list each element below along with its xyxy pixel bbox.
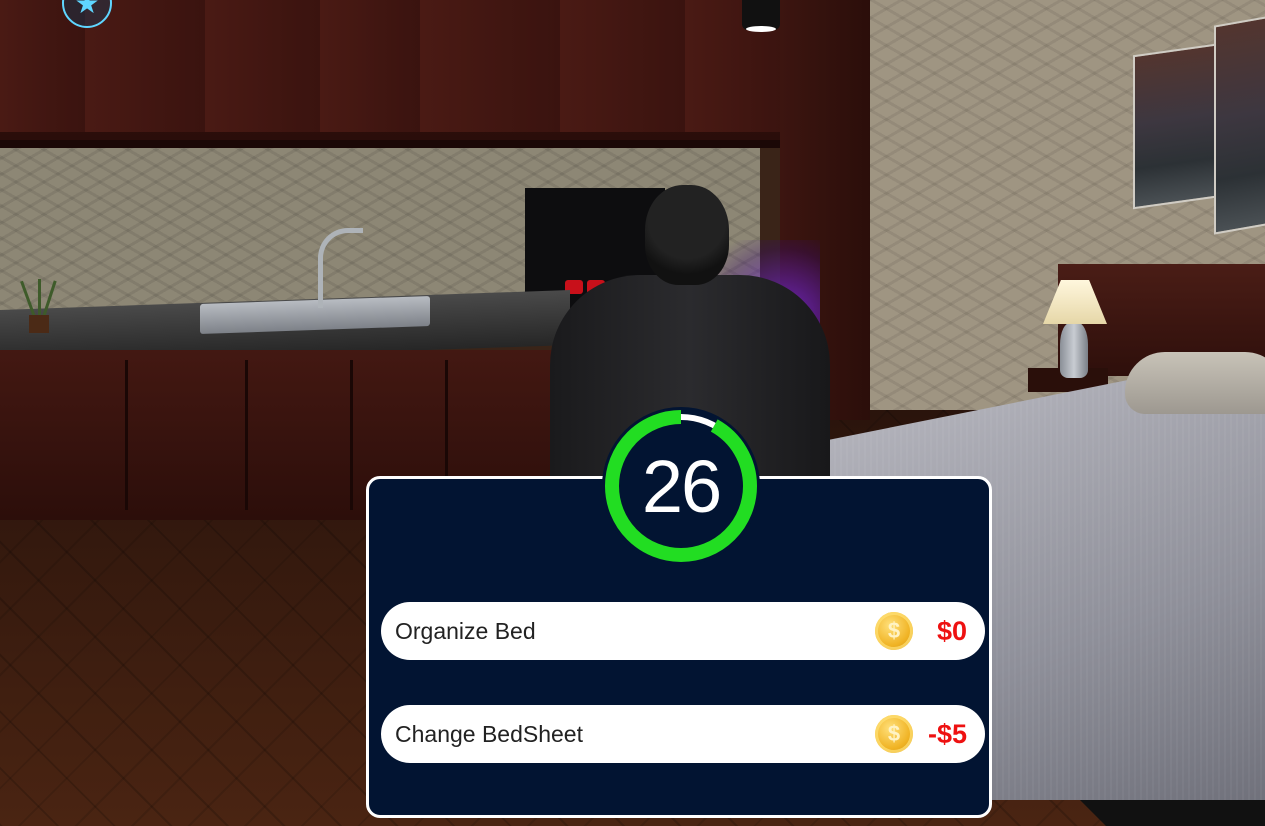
option-price: $0 [936, 615, 967, 646]
option-label: Organize Bed [395, 617, 536, 644]
option-label: Change BedSheet [395, 720, 583, 747]
pendant-lamp [742, 0, 780, 32]
option-change-bedsheet[interactable]: Change BedSheet $ -$5 [381, 705, 985, 763]
countdown-timer: 26 [602, 407, 760, 565]
timer-value: 26 [641, 444, 722, 528]
table-lamp-base [1060, 322, 1088, 378]
option-organize-bed[interactable]: Organize Bed $ $0 [381, 602, 985, 660]
upper-cabinets [0, 0, 790, 148]
coin-icon: $ [875, 715, 913, 753]
faucet [318, 228, 363, 308]
coin-icon: $ [875, 612, 913, 650]
pillow [1125, 352, 1265, 414]
option-price: -$5 [927, 718, 967, 749]
wall-painting [1214, 14, 1265, 235]
potted-plant [20, 275, 57, 333]
